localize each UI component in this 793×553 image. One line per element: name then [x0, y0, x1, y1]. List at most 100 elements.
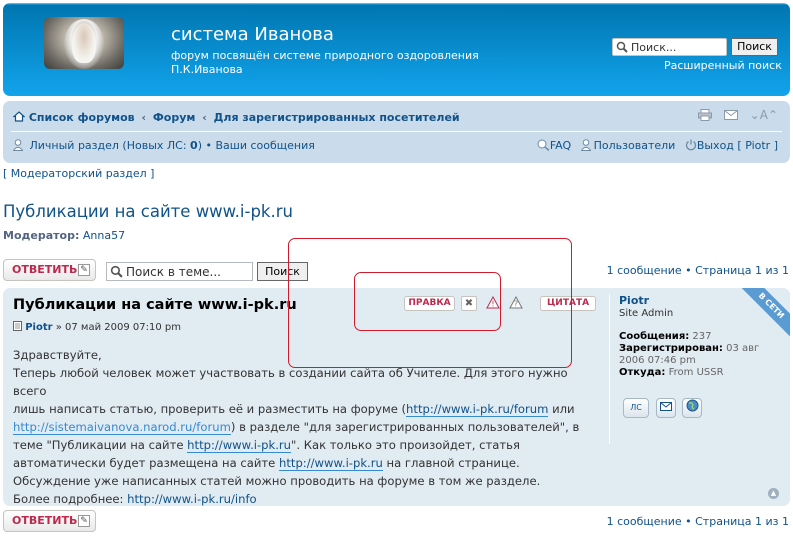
- email-icon[interactable]: [723, 108, 742, 122]
- post-line: лишь написать статью, проверить её и раз…: [13, 402, 575, 417]
- post-title[interactable]: Публикации на сайте www.i-pk.ru: [13, 297, 297, 313]
- search-icon: [616, 41, 628, 56]
- your-posts-link[interactable]: Ваши сообщения: [216, 139, 315, 152]
- font-size-icon[interactable]: ⌄A⌃: [750, 108, 778, 122]
- pm-label: ЛС: [630, 403, 642, 412]
- ucp-label-close: ): [197, 139, 202, 152]
- advanced-search-link[interactable]: Расширенный поиск: [664, 59, 782, 72]
- print-icon[interactable]: [698, 108, 716, 122]
- pagination-top: 1 сообщение • Страница 1 из 1: [606, 264, 789, 277]
- topic-search-input[interactable]: Поиск в теме...: [106, 262, 253, 281]
- crumb-forum-index[interactable]: Список форумов: [29, 111, 135, 124]
- nav-links-right: FAQ Пользователи Выход [ Piotr ]: [531, 139, 778, 152]
- site-link[interactable]: http://www.i-pk.ru: [279, 456, 383, 471]
- topic-title[interactable]: Публикации на сайте www.i-pk.ru: [3, 202, 293, 221]
- reply-label: ОТВЕТИТЬ: [12, 263, 78, 276]
- reply-button-bottom[interactable]: ОТВЕТИТЬ ✎: [3, 510, 96, 532]
- navbar: Список форумов ‹ Форум ‹ Для зарегистрир…: [3, 101, 790, 163]
- joined-label: Зарегистрирован:: [619, 343, 723, 354]
- navbar-divider: [11, 131, 782, 132]
- report-button[interactable]: !: [485, 295, 501, 312]
- site-link[interactable]: http://www.i-pk.ru: [187, 438, 292, 453]
- back-to-top-icon[interactable]: ▲: [768, 488, 779, 499]
- post-content: Здравствуйте, Теперь любой человек может…: [13, 346, 603, 506]
- header-search-button[interactable]: Поиск: [731, 38, 778, 56]
- post-author[interactable]: Piotr: [25, 322, 52, 333]
- post-icon[interactable]: [13, 321, 25, 333]
- location-value: From USSR: [668, 367, 724, 378]
- pencil-icon: ✎: [78, 264, 90, 276]
- post-line: Обсуждение уже написанных статей можно п…: [13, 474, 541, 488]
- home-icon: [12, 111, 29, 124]
- joined-value: 03 авг: [726, 343, 760, 354]
- ucp-link[interactable]: Личный раздел (Новых ЛС: 0): [30, 139, 203, 152]
- crumb-separator: ‹: [202, 111, 207, 124]
- crumb-registered-visitors[interactable]: Для зарегистрированных посетителей: [214, 111, 460, 124]
- post-line: теме "Публикации на сайте http://www.i-p…: [13, 438, 520, 453]
- info-link[interactable]: http://www.i-pk.ru/info: [127, 492, 257, 506]
- font-size-label: A: [759, 108, 768, 122]
- posts-label: Сообщения:: [619, 331, 690, 342]
- logout-link[interactable]: Выход [ Piotr ]: [685, 139, 778, 152]
- narod-forum-link[interactable]: http://sistemaivanova.narod.ru/forum: [13, 420, 231, 435]
- faq-label: FAQ: [549, 139, 572, 152]
- moderator-panel-link[interactable]: [ Модераторский раздел ]: [3, 167, 154, 180]
- quote-button[interactable]: ЦИТАТА: [540, 296, 596, 311]
- members-link[interactable]: Пользователи: [580, 139, 679, 152]
- post-meta: Piotr » 07 май 2009 07:10 pm: [13, 321, 181, 333]
- edit-button[interactable]: ПРАВКА: [404, 296, 455, 311]
- topic-title-link: www.i-pk.ru: [195, 202, 293, 221]
- user-links: Личный раздел (Новых ЛС: 0) • Ваши сообщ…: [12, 139, 315, 152]
- topic-search-placeholder: Поиск в теме...: [126, 265, 221, 279]
- new-pm-count: 0: [190, 139, 198, 152]
- members-label: Пользователи: [593, 139, 676, 152]
- logout-label: Выход [ Piotr ]: [696, 139, 778, 152]
- header-search-placeholder: Поиск...: [631, 41, 677, 54]
- site-header: система Иванова форум посвящён системе п…: [3, 3, 790, 96]
- post-line: Теперь любой человек может участвовать в…: [13, 366, 568, 398]
- bullet: •: [205, 139, 213, 152]
- close-icon: ✖: [464, 298, 474, 309]
- post-line: Более подробнее: http://www.i-pk.ru/info: [13, 492, 257, 506]
- delete-button[interactable]: ✖: [461, 296, 477, 311]
- pencil-icon: ✎: [78, 515, 90, 527]
- quote-label: ЦИТАТА: [546, 298, 590, 308]
- post: Публикации на сайте www.i-pk.ru Piotr » …: [3, 288, 790, 506]
- svg-text:!: !: [491, 300, 494, 309]
- topic-tools: ⌄A⌃: [690, 108, 778, 122]
- search-icon: [110, 265, 123, 281]
- faq-link[interactable]: FAQ: [537, 139, 575, 152]
- email-button[interactable]: [656, 398, 676, 418]
- question-icon: ?: [509, 295, 523, 312]
- crumb-forum[interactable]: Форум: [153, 111, 196, 124]
- site-description: форум посвящён системе природного оздоро…: [171, 49, 479, 76]
- email-icon: [660, 402, 672, 412]
- moderator-name[interactable]: Anna57: [83, 229, 125, 242]
- pagination-bottom: 1 сообщение • Страница 1 из 1: [606, 515, 789, 528]
- info-button[interactable]: ?: [508, 295, 524, 312]
- moderators: Модератор: Anna57: [3, 229, 125, 242]
- svg-text:?: ?: [514, 300, 518, 309]
- reply-button[interactable]: ОТВЕТИТЬ ✎: [3, 259, 96, 281]
- website-button[interactable]: [682, 398, 702, 418]
- ucp-icon: [12, 139, 30, 152]
- reply-label: ОТВЕТИТЬ: [12, 514, 78, 527]
- location-label: Откуда:: [619, 367, 666, 378]
- forum-link[interactable]: http://www.i-pk.ru/forum: [406, 402, 549, 417]
- topic-title-text: Публикации на сайте: [3, 202, 196, 221]
- topic-search-button[interactable]: Поиск: [257, 262, 308, 281]
- warning-icon: !: [486, 295, 500, 312]
- posts-value[interactable]: 237: [692, 331, 711, 342]
- pm-button[interactable]: ЛС: [623, 398, 649, 418]
- profile-stats: Сообщения: 237 Зарегистрирован: 03 авг 2…: [619, 331, 784, 379]
- edit-label: ПРАВКА: [408, 298, 451, 308]
- post-profile: Piotr Site Admin Сообщения: 237 Зарегист…: [609, 294, 784, 444]
- post-line: http://sistemaivanova.narod.ru/forum) в …: [13, 420, 580, 435]
- site-title[interactable]: система Иванова: [171, 24, 334, 45]
- profile-rank: Site Admin: [619, 308, 674, 319]
- globe-icon: [686, 399, 699, 412]
- header-search-input[interactable]: Поиск...: [612, 38, 727, 56]
- post-line: автоматически будет размещена на сайте h…: [13, 456, 520, 471]
- ucp-label: Личный раздел (Новых ЛС:: [29, 139, 191, 152]
- site-logo[interactable]: [44, 17, 124, 69]
